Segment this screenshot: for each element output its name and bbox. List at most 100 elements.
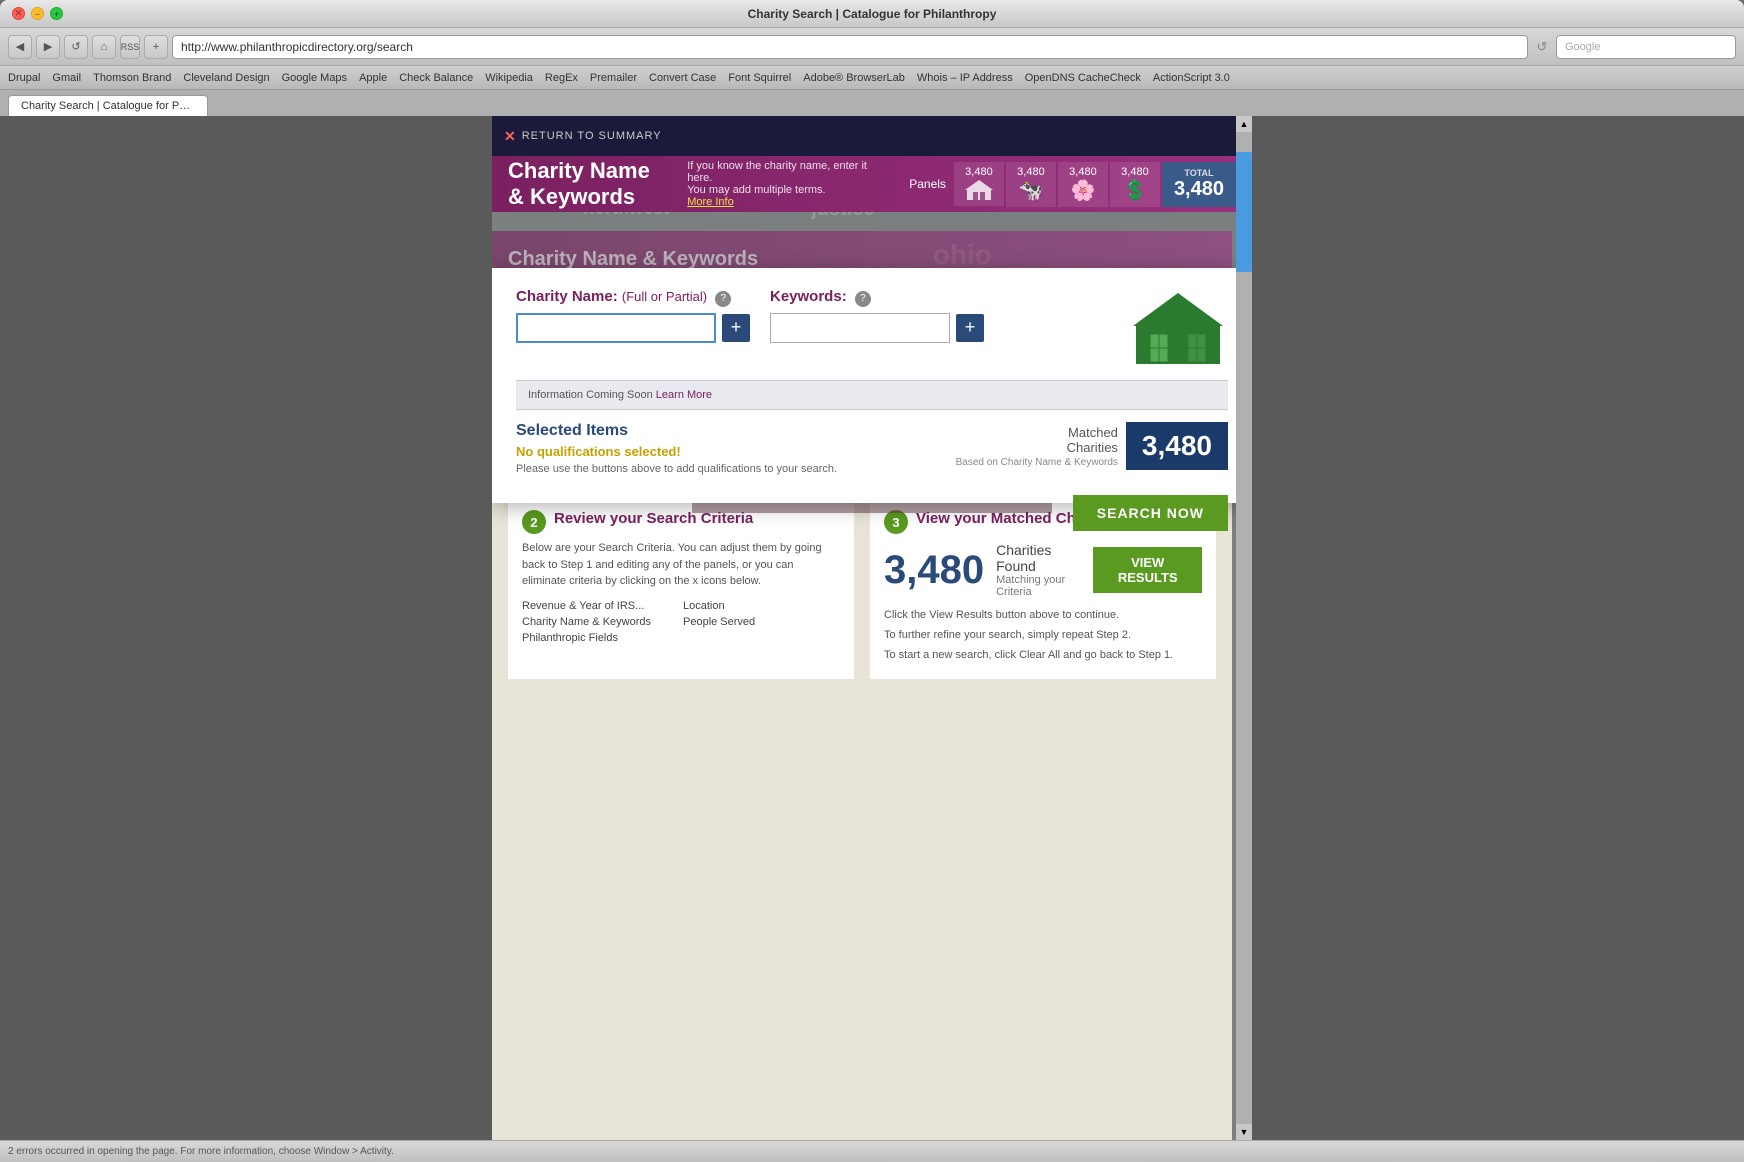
- panel-group-1[interactable]: 3,480: [954, 162, 1004, 206]
- bookmark-premailer[interactable]: Premailer: [590, 72, 637, 84]
- view-results-button[interactable]: VIEW RESULTS: [1093, 547, 1202, 593]
- back-button[interactable]: ◀: [8, 35, 32, 59]
- bookmark-fontsquirrel[interactable]: Font Squirrel: [728, 72, 791, 84]
- total-label: TOTAL: [1184, 168, 1213, 178]
- bookmark-apple[interactable]: Apple: [359, 72, 387, 84]
- step3-number: 3: [884, 510, 908, 534]
- search-now-container: SEARCH NOW: [516, 483, 1228, 487]
- bookmark-adobe[interactable]: Adobe® BrowserLab: [803, 72, 905, 84]
- maximize-button[interactable]: +: [50, 7, 63, 20]
- panel-hint-line1: If you know the charity name, enter it h…: [687, 160, 887, 184]
- bookmark-cleveland[interactable]: Cleveland Design: [183, 72, 269, 84]
- charity-name-qualifier: (Full or Partial): [622, 289, 707, 304]
- page-scrollbar[interactable]: ▲ ▼: [1236, 116, 1252, 1140]
- rss-button[interactable]: RSS: [120, 35, 140, 59]
- home-button[interactable]: ⌂: [92, 35, 116, 59]
- keywords-group: Keywords: ? 🔍 +: [770, 288, 984, 343]
- bookmark-googlemaps[interactable]: Google Maps: [282, 72, 347, 84]
- charity-name-input[interactable]: [516, 313, 716, 343]
- keywords-help-icon[interactable]: ?: [855, 291, 871, 307]
- keywords-add-button[interactable]: +: [956, 314, 984, 342]
- panel-count-4: 3,480: [1121, 166, 1149, 178]
- add-tab-button[interactable]: +: [144, 35, 168, 59]
- no-qualifications: No qualifications selected!: [516, 444, 837, 459]
- charity-name-add-button[interactable]: +: [722, 314, 750, 342]
- keywords-input-row: 🔍 +: [770, 313, 984, 343]
- total-count: 3,480: [1174, 178, 1224, 201]
- selected-title: Selected Items: [516, 422, 837, 440]
- main-house-icon: [1128, 288, 1228, 368]
- panel-count-1: 3,480: [965, 166, 993, 178]
- scroll-up[interactable]: ▲: [1236, 116, 1252, 132]
- search-modal: Charity Name: (Full or Partial) ? + Keyw…: [492, 268, 1252, 503]
- step3-line1: Click the View Results button above to c…: [884, 606, 1202, 626]
- return-to-summary[interactable]: ✕ RETURN TO SUMMARY: [504, 128, 662, 145]
- house-panel-icon: [963, 178, 995, 202]
- matched-count-box: 3,480: [1126, 422, 1228, 470]
- panels-section: Panels 3,480 3,480 🐄: [903, 162, 1236, 207]
- bookmark-thomson[interactable]: Thomson Brand: [93, 72, 171, 84]
- reload-button[interactable]: ↺: [64, 35, 88, 59]
- panel-group-4[interactable]: 3,480 💲: [1110, 162, 1160, 207]
- charity-name-help-icon[interactable]: ?: [715, 291, 731, 307]
- charity-name-label: Charity Name: (Full or Partial) ?: [516, 288, 750, 307]
- minimize-button[interactable]: –: [31, 7, 44, 20]
- bookmark-wikipedia[interactable]: Wikipedia: [485, 72, 533, 84]
- qualification-hint: Please use the buttons above to add qual…: [516, 463, 837, 475]
- browser-content: recreation justice ohio northwest commun…: [0, 116, 1744, 1140]
- house-icon-area: [1128, 288, 1228, 368]
- criteria-2: Charity Name & Keywords: [522, 616, 679, 628]
- bookmark-gmail[interactable]: Gmail: [52, 72, 81, 84]
- step3-line2: To further refine your search, simply re…: [884, 626, 1202, 646]
- info-bar: Information Coming Soon Learn More: [516, 380, 1228, 410]
- panel-header: Charity Name & Keywords If you know the …: [492, 156, 1252, 212]
- status-text: 2 errors occurred in opening the page. F…: [8, 1146, 394, 1157]
- scrollbar-thumb[interactable]: [1236, 152, 1252, 272]
- title-bar: ✕ – + Charity Search | Catalogue for Phi…: [0, 0, 1744, 28]
- close-button[interactable]: ✕: [12, 7, 25, 20]
- site-header: ✕ RETURN TO SUMMARY: [492, 116, 1252, 156]
- step2-number: 2: [522, 510, 546, 534]
- panel-total: TOTAL 3,480: [1162, 162, 1236, 207]
- more-info-link[interactable]: More Info: [687, 196, 733, 208]
- cow-icon: 🐄: [1018, 178, 1043, 203]
- scroll-down[interactable]: ▼: [1236, 1124, 1252, 1140]
- panel-count-3: 3,480: [1069, 166, 1097, 178]
- keywords-input[interactable]: [770, 313, 950, 343]
- search-now-button[interactable]: SEARCH NOW: [1073, 495, 1228, 531]
- step3-text: Click the View Results button above to c…: [884, 606, 1202, 665]
- flower-icon: 🌸: [1070, 178, 1095, 203]
- active-tab[interactable]: Charity Search | Catalogue for Phi...: [8, 95, 208, 116]
- browser-search[interactable]: Google: [1556, 35, 1736, 59]
- refresh-icon[interactable]: ↺: [1532, 39, 1552, 55]
- bookmark-regex[interactable]: RegEx: [545, 72, 578, 84]
- learn-more-link[interactable]: Learn More: [656, 389, 712, 401]
- traffic-lights: ✕ – +: [12, 7, 63, 20]
- panel-title: Charity Name & Keywords: [508, 158, 671, 210]
- criteria-4: Philanthropic Fields: [522, 632, 679, 644]
- bookmark-checkbalance[interactable]: Check Balance: [399, 72, 473, 84]
- panel-group-3[interactable]: 3,480 🌸: [1058, 162, 1108, 207]
- charity-name-input-row: +: [516, 313, 750, 343]
- browser-toolbar: ◀ ▶ ↺ ⌂ RSS + http://www.philanthropicdi…: [0, 28, 1744, 66]
- criteria-1: Location: [683, 600, 840, 612]
- close-x-icon: ✕: [504, 128, 516, 145]
- bookmark-convertcase[interactable]: Convert Case: [649, 72, 716, 84]
- charity-name-group: Charity Name: (Full or Partial) ? +: [516, 288, 750, 343]
- criteria-0: Revenue & Year of IRS...: [522, 600, 679, 612]
- panel-hint: If you know the charity name, enter it h…: [687, 160, 887, 208]
- matched-charities-label: MatchedCharities: [956, 425, 1118, 455]
- bookmark-opendns[interactable]: OpenDNS CacheCheck: [1025, 72, 1141, 84]
- forward-button[interactable]: ▶: [36, 35, 60, 59]
- bookmark-whois[interactable]: Whois – IP Address: [917, 72, 1013, 84]
- criteria-list: Revenue & Year of IRS... Location Charit…: [522, 600, 840, 644]
- matched-section: MatchedCharities Based on Charity Name &…: [956, 422, 1228, 470]
- panel-group-2[interactable]: 3,480 🐄: [1006, 162, 1056, 207]
- panel-count-2: 3,480: [1017, 166, 1045, 178]
- info-text: Information Coming Soon: [528, 389, 653, 401]
- modal-search-row: Charity Name: (Full or Partial) ? + Keyw…: [516, 288, 1228, 368]
- url-bar[interactable]: http://www.philanthropicdirectory.org/se…: [172, 35, 1528, 59]
- bookmark-actionscript[interactable]: ActionScript 3.0: [1153, 72, 1230, 84]
- bookmark-drupal[interactable]: Drupal: [8, 72, 40, 84]
- step3-line3: To start a new search, click Clear All a…: [884, 646, 1202, 666]
